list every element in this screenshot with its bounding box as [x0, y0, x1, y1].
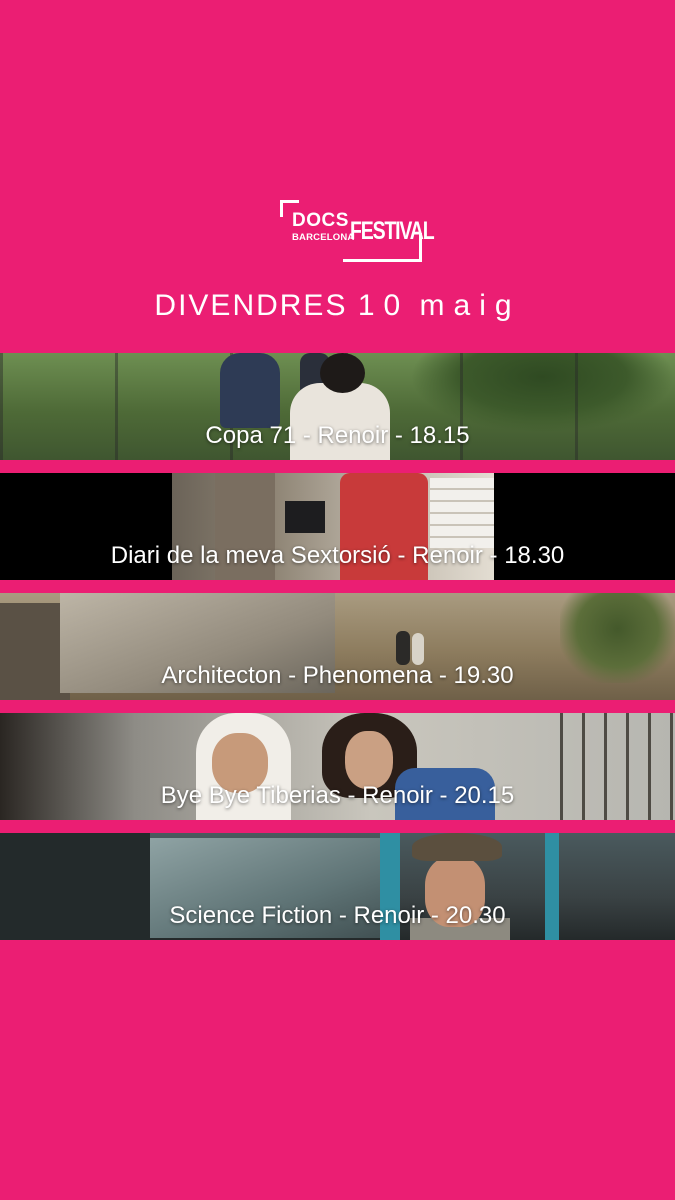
logo-docs-text: DOCS	[292, 210, 349, 231]
screening-label: Bye Bye Tiberias - Renoir - 20.15	[160, 782, 515, 809]
date-weekday: DIVENDRES	[154, 289, 348, 322]
screening-card-bye-bye-tiberias[interactable]: Bye Bye Tiberias - Renoir - 20.15	[0, 713, 675, 820]
screening-card-architecton[interactable]: Architecton - Phenomena - 19.30	[0, 593, 675, 700]
logo-festival-text: FESTIVAL	[350, 217, 435, 245]
screening-card-copa-71[interactable]: Copa 71 - Renoir - 18.15	[0, 353, 675, 460]
screening-label: Copa 71 - Renoir - 18.15	[205, 422, 470, 449]
screening-card-diari-sextorsio[interactable]: Diari de la meva Sextorsió - Renoir - 18…	[0, 473, 675, 580]
screening-card-science-fiction[interactable]: Science Fiction - Renoir - 20.30	[0, 833, 675, 940]
screening-label: Science Fiction - Renoir - 20.30	[169, 902, 506, 929]
docs-barcelona-festival-logo: DOCS BARCELONA FESTIVAL	[280, 200, 435, 262]
date-month: maig	[419, 289, 521, 322]
date-day: 10	[357, 289, 410, 322]
logo-barcelona-text: BARCELONA	[292, 232, 355, 243]
date-heading: DIVENDRES 10 maig	[0, 288, 675, 324]
screening-label: Architecton - Phenomena - 19.30	[161, 662, 514, 689]
screening-label: Diari de la meva Sextorsió - Renoir - 18…	[110, 542, 565, 569]
